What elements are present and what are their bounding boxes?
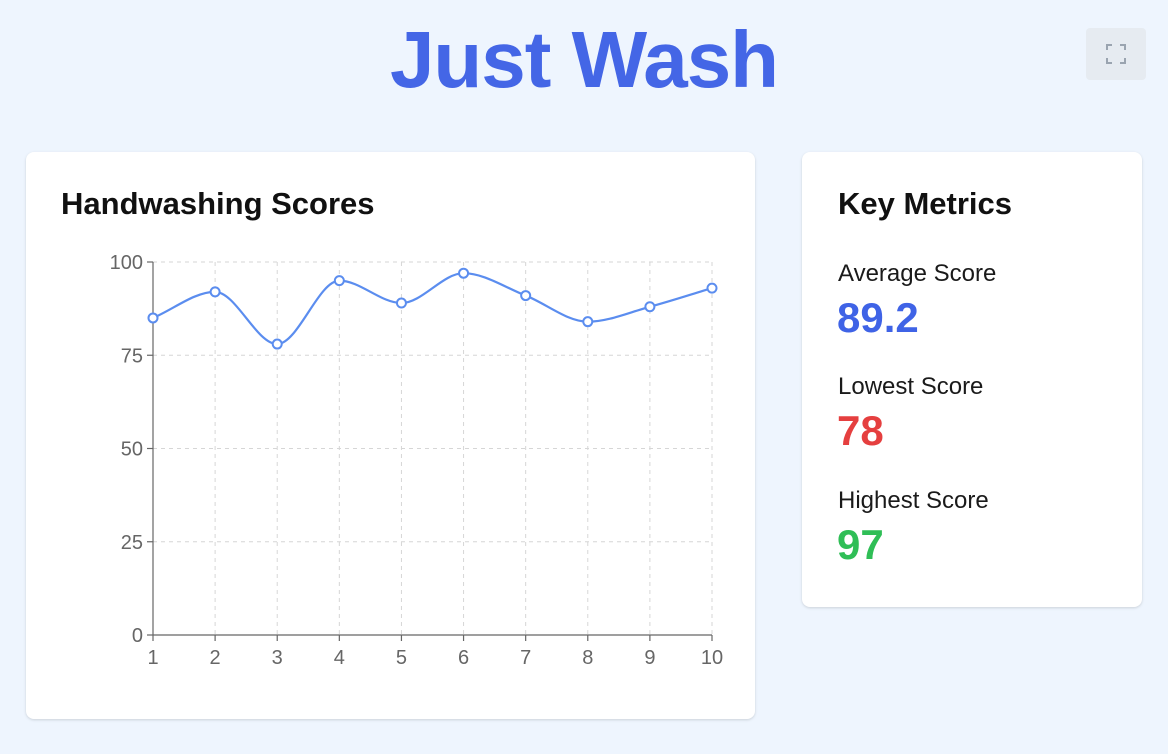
fullscreen-button[interactable] (1086, 28, 1146, 80)
x-tick-label: 4 (334, 647, 345, 669)
x-tick-label: 7 (520, 647, 531, 669)
data-point (706, 282, 718, 294)
y-tick-label: 0 (132, 625, 143, 647)
highest-score-value: 97 (837, 521, 884, 568)
data-point (147, 312, 159, 324)
data-point (582, 316, 594, 328)
lowest-score-value: 78 (837, 407, 884, 454)
data-point (271, 338, 283, 350)
metrics-title: Key Metrics (838, 186, 1013, 221)
average-score-value: 89.2 (837, 294, 919, 341)
x-tick-label: 3 (272, 647, 283, 669)
x-tick-label: 9 (644, 647, 655, 669)
line-chart: 0 25 50 75 100 1 2 3 4 5 6 7 8 9 10 (110, 252, 724, 669)
app-title: Just Wash (389, 15, 779, 104)
x-tick-label: 8 (582, 647, 593, 669)
data-point (333, 275, 345, 287)
x-tick-label: 5 (396, 647, 407, 669)
highest-score-label: Highest Score (838, 487, 989, 514)
x-tick-label: 2 (210, 647, 221, 669)
data-point (520, 290, 532, 302)
data-point (209, 286, 221, 298)
data-point (458, 267, 470, 279)
y-tick-label: 25 (121, 532, 143, 554)
lowest-score-label: Lowest Score (838, 373, 984, 400)
expand-icon (1106, 44, 1126, 64)
series-line (152, 272, 713, 346)
y-tick-label: 50 (121, 439, 143, 461)
y-tick-label: 100 (110, 252, 143, 274)
data-point (395, 297, 407, 309)
y-tick-label: 75 (121, 345, 143, 367)
x-tick-label: 6 (458, 647, 469, 669)
data-point (644, 301, 656, 313)
average-score-label: Average Score (838, 260, 997, 287)
chart-card: Handwashing Scores 0 25 50 75 100 1 2 3 4 5 6 7 8 9 10 (26, 152, 755, 719)
x-tick-label: 1 (147, 647, 158, 669)
x-tick-label: 10 (701, 647, 723, 669)
key-metrics-card: Key Metrics Average Score 89.2 Lowest Sc… (802, 152, 1142, 607)
